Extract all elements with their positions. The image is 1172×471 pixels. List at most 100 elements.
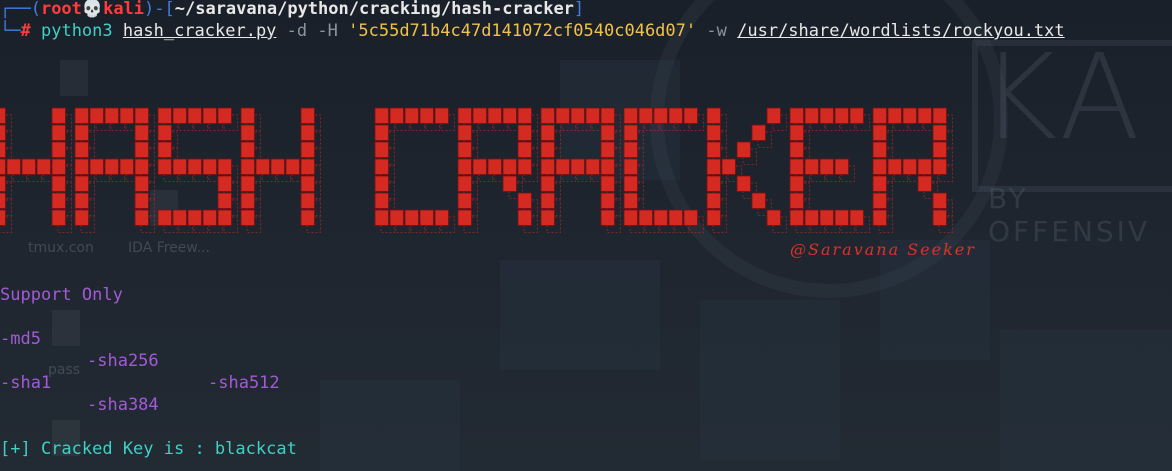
banner-block	[134, 192, 149, 209]
banner-block	[653, 209, 668, 226]
banner-block	[74, 141, 89, 158]
banner-block	[706, 192, 721, 209]
banner-block	[157, 209, 172, 226]
banner-block	[683, 107, 698, 124]
banner-block	[623, 141, 638, 158]
banner-block	[668, 209, 683, 226]
banner-block	[517, 107, 532, 124]
banner-block	[502, 158, 517, 175]
prompt-cwd: ~/saravana/python/cracking/hash-cracker	[174, 0, 574, 19]
banner-block	[240, 158, 255, 175]
banner-block	[51, 141, 66, 158]
prompt-separator: )-[	[144, 0, 175, 19]
command-line[interactable]: └─# python3 hash_cracker.py -d -H '5c55d…	[0, 20, 1065, 42]
banner-art	[0, 107, 953, 233]
banner-block	[706, 158, 721, 175]
banner-block	[51, 209, 66, 226]
banner-block	[240, 175, 255, 192]
banner-block	[389, 107, 404, 124]
banner-block	[819, 107, 834, 124]
banner-block	[374, 209, 389, 226]
banner-block	[404, 107, 419, 124]
banner-block	[74, 124, 89, 141]
banner-block	[51, 175, 66, 192]
banner-block	[0, 209, 6, 226]
banner-block	[517, 158, 532, 175]
banner-block	[872, 175, 887, 192]
banner-block	[932, 209, 947, 226]
banner-block	[932, 107, 947, 124]
prompt-bracket-close: ]	[573, 0, 585, 19]
banner-block	[917, 107, 932, 124]
kali-brand-subtitle: BY OFFENSIV	[988, 182, 1151, 248]
banner-block	[517, 192, 532, 209]
banner-block	[0, 141, 6, 158]
shell-prompt: ┌──(root💀kali)-[~/saravana/python/cracki…	[0, 0, 584, 20]
banner-block	[0, 124, 6, 141]
banner-block	[434, 209, 449, 226]
banner-block	[240, 192, 255, 209]
banner-block	[540, 192, 555, 209]
banner-block	[217, 192, 232, 209]
banner-block	[217, 209, 232, 226]
prompt-symbol: #	[20, 21, 31, 41]
support-heading: Support Only	[0, 285, 123, 305]
banner-block	[157, 107, 172, 124]
banner-block	[202, 107, 217, 124]
banner-block	[172, 158, 187, 175]
banner-block	[600, 192, 615, 209]
command-script: hash_cracker.py	[122, 21, 277, 41]
banner-block	[457, 158, 472, 175]
ascii-banner	[0, 98, 998, 248]
banner-block	[472, 158, 487, 175]
banner-block	[555, 107, 570, 124]
banner-block	[487, 158, 502, 175]
banner-block	[36, 158, 51, 175]
skull-icon: 💀	[81, 0, 104, 19]
banner-block	[285, 158, 300, 175]
banner-block	[736, 141, 751, 158]
banner-block	[217, 107, 232, 124]
banner-block	[472, 107, 487, 124]
banner-block	[300, 124, 315, 141]
banner-block	[736, 175, 751, 192]
banner-block	[21, 158, 36, 175]
banner-block	[517, 141, 532, 158]
banner-block	[887, 158, 902, 175]
banner-block	[766, 107, 781, 124]
banner-block	[819, 158, 834, 175]
banner-block	[300, 175, 315, 192]
support-option-sha384: -sha384	[87, 395, 159, 415]
banner-block	[600, 175, 615, 192]
banner-block	[300, 107, 315, 124]
prompt-user: root	[40, 0, 82, 19]
terminal-window[interactable]: KA BY OFFENSIV tmux.con IDA Freew... pas…	[0, 0, 1172, 471]
banner-block	[217, 175, 232, 192]
banner-block	[600, 158, 615, 175]
banner-block	[600, 209, 615, 226]
banner-block	[457, 209, 472, 226]
banner-block	[834, 209, 849, 226]
banner-block	[540, 124, 555, 141]
banner-block	[623, 209, 638, 226]
banner-block	[134, 124, 149, 141]
banner-block	[932, 192, 947, 209]
banner-block	[51, 124, 66, 141]
banner-block	[706, 141, 721, 158]
banner-block	[834, 107, 849, 124]
prompt-host: kali	[103, 0, 145, 19]
banner-block	[134, 175, 149, 192]
banner-block	[834, 158, 849, 175]
banner-block	[789, 175, 804, 192]
banner-block	[374, 192, 389, 209]
command-wordlist: /usr/share/wordlists/rockyou.txt	[737, 21, 1065, 41]
banner-block	[6, 158, 21, 175]
command-flag-H: -H	[317, 21, 338, 41]
support-option-sha1: -sha1	[0, 373, 52, 393]
banner-block	[540, 141, 555, 158]
banner-block	[457, 175, 472, 192]
banner-block	[134, 141, 149, 158]
banner-block	[638, 209, 653, 226]
banner-block	[374, 141, 389, 158]
desktop-file-icon	[52, 310, 80, 346]
